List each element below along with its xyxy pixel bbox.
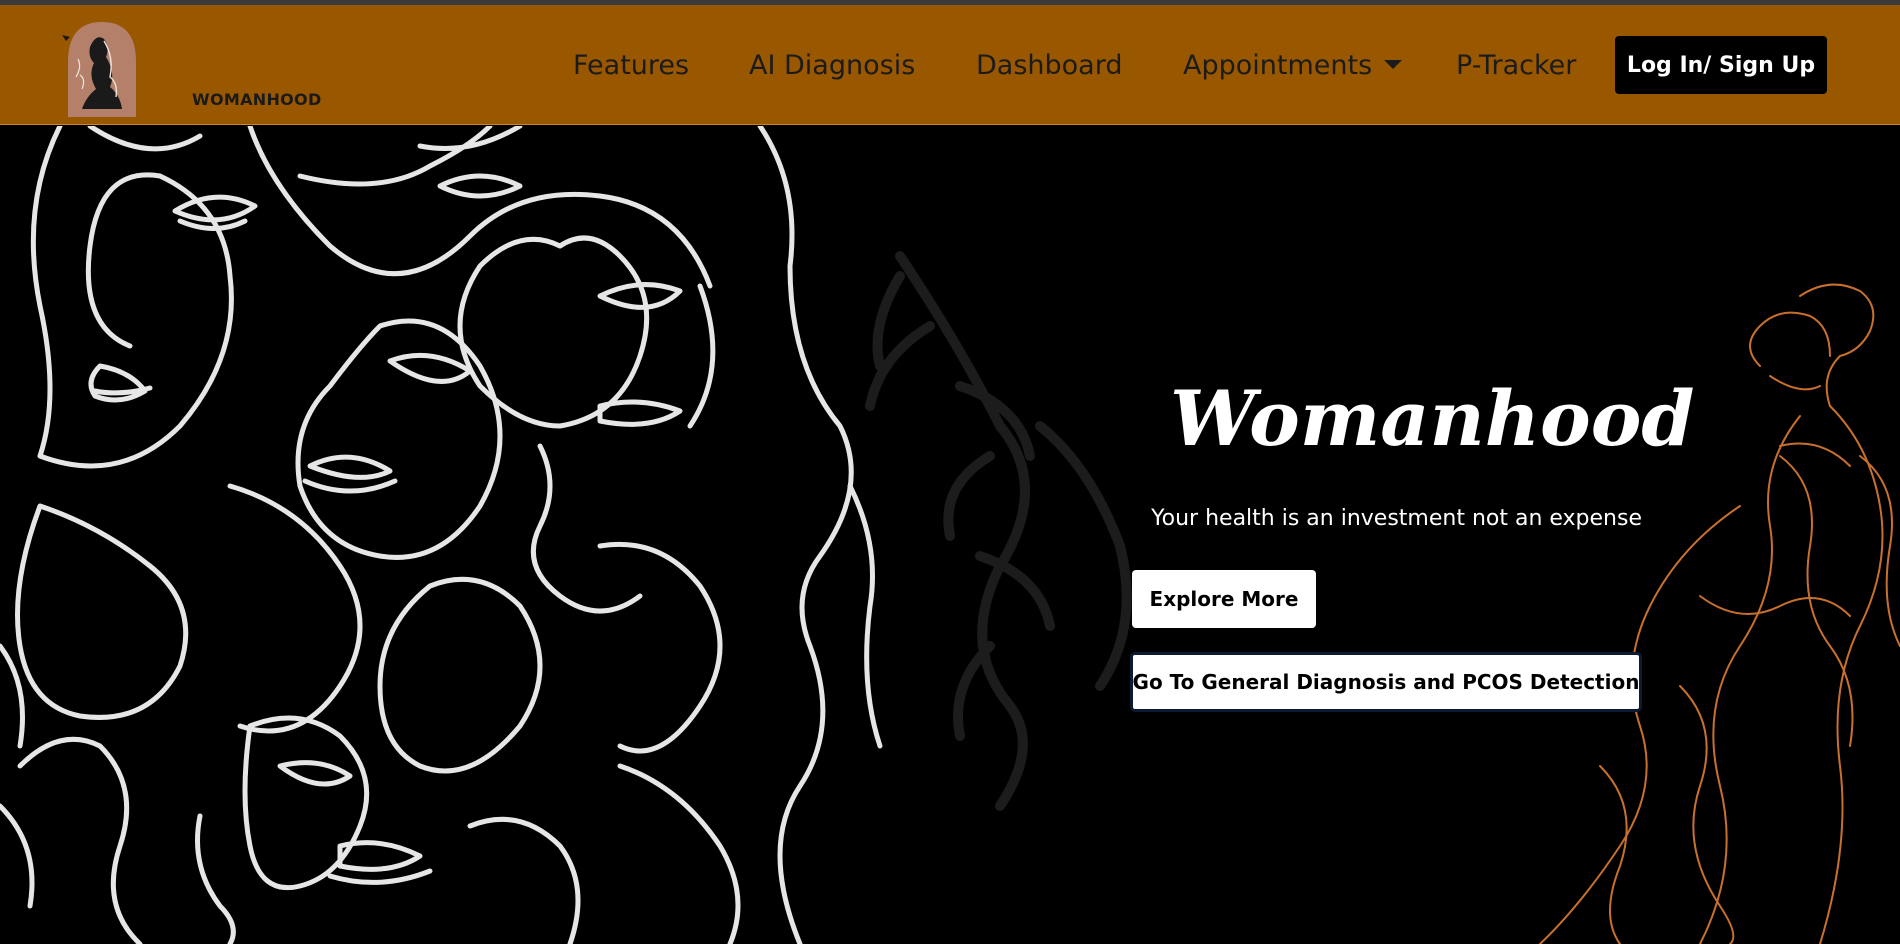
explore-more-button[interactable]: Explore More: [1132, 570, 1316, 628]
hero-line-art: [0, 126, 1900, 944]
hero-section: Womanhood Your health is an investment n…: [0, 126, 1900, 944]
brand-name: WOMANHOOD: [192, 90, 322, 109]
hero-subtitle: Your health is an investment not an expe…: [1151, 506, 1642, 531]
general-diagnosis-pcos-button[interactable]: Go To General Diagnosis and PCOS Detecti…: [1130, 652, 1642, 712]
nav-dashboard[interactable]: Dashboard: [976, 50, 1122, 81]
caret-down-icon: [1384, 60, 1403, 69]
nav-ai-diagnosis[interactable]: AI Diagnosis: [749, 50, 915, 81]
faces-line-art: [0, 126, 883, 944]
nav-appointments-dropdown[interactable]: Appointments: [1183, 50, 1403, 81]
login-signup-button[interactable]: Log In/ Sign Up: [1615, 36, 1827, 94]
nav-appointments-label: Appointments: [1183, 50, 1373, 81]
nav-features[interactable]: Features: [573, 50, 689, 81]
brand-logo[interactable]: WOMANHOOD: [60, 17, 321, 117]
nav-p-tracker[interactable]: P-Tracker: [1456, 50, 1576, 81]
navbar: WOMANHOOD Features AI Diagnosis Dashboar…: [0, 5, 1900, 125]
hero-title: Womanhood: [1170, 374, 1695, 463]
foliage-icon: [865, 251, 1132, 811]
